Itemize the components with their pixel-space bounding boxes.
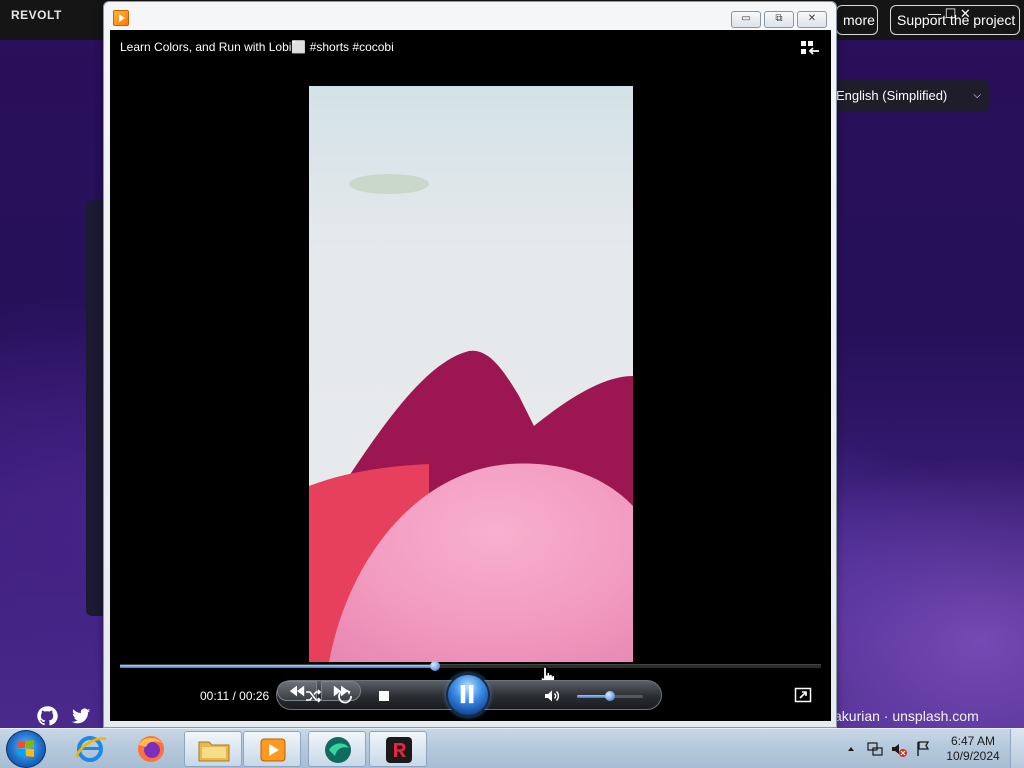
twitter-icon[interactable] xyxy=(70,705,92,727)
taskbar-internet-explorer[interactable] xyxy=(62,731,120,767)
language-select-value: English (Simplified) xyxy=(836,88,948,103)
green-app-icon xyxy=(325,737,351,763)
media-player-icon xyxy=(260,738,286,762)
system-tray[interactable] xyxy=(842,729,942,768)
transport-controls xyxy=(276,673,662,717)
language-select[interactable]: English (Simplified) ⌵ xyxy=(826,80,989,112)
stop-icon[interactable] xyxy=(373,685,395,707)
volume-slider[interactable] xyxy=(577,691,643,701)
taskbar-firefox[interactable] xyxy=(122,731,180,767)
minimize-button[interactable]: ▭ xyxy=(731,11,761,28)
network-error-icon xyxy=(867,742,883,756)
clock-time: 6:47 AM xyxy=(950,734,996,748)
volume-muted-icon xyxy=(892,744,907,757)
github-icon[interactable] xyxy=(36,705,58,727)
taskbar: 6:47 AM 10/9/2024 xyxy=(0,728,1024,768)
background-window-controls[interactable]: — ☐ ✕ xyxy=(928,6,971,22)
taskbar-media-player[interactable] xyxy=(243,731,301,767)
folder-icon xyxy=(198,741,230,762)
repeat-icon[interactable] xyxy=(334,685,356,707)
maximize-button[interactable]: ⧉ xyxy=(764,11,794,28)
video-surface[interactable]: Learn Colors, and Run with Lobi⬜ #shorts… xyxy=(110,30,831,721)
media-player-window[interactable]: ▭ ⧉ ✕ Learn Colors, and Run with Lobi⬜ #… xyxy=(103,1,837,728)
windows-logo-icon xyxy=(18,740,34,757)
internet-explorer-icon xyxy=(74,736,107,762)
switch-to-library-icon[interactable] xyxy=(800,40,820,56)
revolt-brand: REVOLT xyxy=(11,8,62,22)
volume-thumb[interactable] xyxy=(605,691,615,701)
show-hidden-icons-icon xyxy=(848,747,854,751)
chevron-down-icon: ⌵ xyxy=(973,90,981,101)
close-button[interactable]: ✕ xyxy=(797,11,827,28)
clock-date: 10/9/2024 xyxy=(946,749,1000,763)
action-center-flag-icon xyxy=(917,741,930,756)
more-button[interactable]: more xyxy=(836,5,878,35)
start-button[interactable] xyxy=(6,730,46,768)
seek-bar[interactable] xyxy=(120,661,821,671)
seek-thumb[interactable] xyxy=(430,661,441,671)
media-player-icon xyxy=(113,10,129,26)
video-frame[interactable] xyxy=(309,86,633,662)
taskbar-file-explorer[interactable] xyxy=(184,731,242,767)
photo-credit[interactable]: akurian · unsplash.com xyxy=(834,708,979,724)
switch-to-now-playing-icon[interactable] xyxy=(794,687,812,703)
speaker-icon[interactable] xyxy=(541,685,563,707)
tray-clock[interactable]: 6:47 AM 10/9/2024 xyxy=(944,734,1002,764)
video-title: Learn Colors, and Run with Lobi⬜ #shorts… xyxy=(120,40,394,54)
firefox-icon xyxy=(138,736,164,762)
pause-icon[interactable] xyxy=(446,673,490,717)
seek-progress xyxy=(120,665,436,668)
taskbar-green-app[interactable] xyxy=(308,731,366,767)
time-display: 00:11 / 00:26 xyxy=(200,689,270,703)
taskbar-revolt[interactable] xyxy=(369,731,427,767)
shuffle-icon[interactable] xyxy=(302,685,324,707)
revolt-icon xyxy=(386,737,412,763)
show-desktop-button[interactable] xyxy=(1010,729,1024,768)
